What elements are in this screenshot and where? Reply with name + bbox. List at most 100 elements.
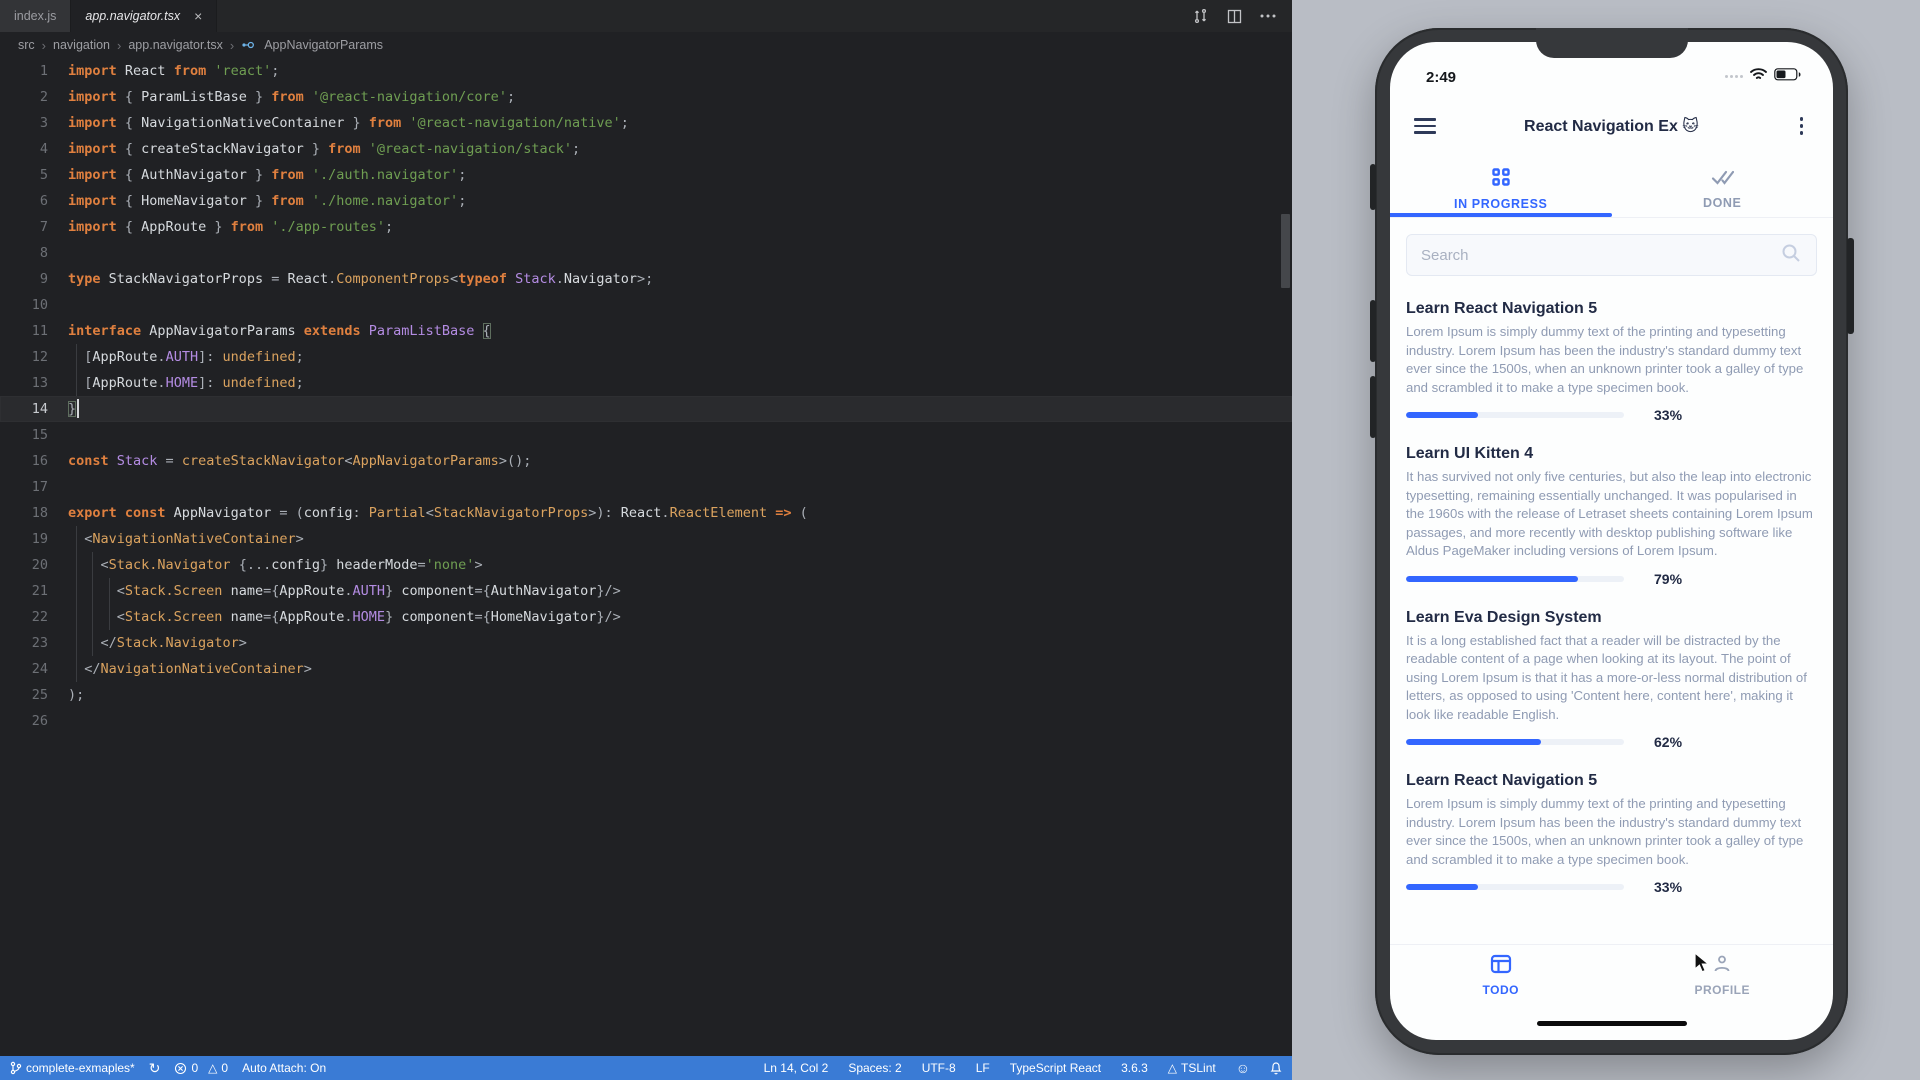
code-line[interactable]: 6import { HomeNavigator } from './home.n…: [0, 188, 1292, 214]
code-line[interactable]: 2import { ParamListBase } from '@react-n…: [0, 84, 1292, 110]
code-line[interactable]: 12 [AppRoute.AUTH]: undefined;: [0, 344, 1292, 370]
todo-title: Learn UI Kitten 4: [1406, 445, 1817, 463]
menu-icon[interactable]: [1414, 118, 1436, 134]
todo-layout-icon: [1490, 954, 1512, 979]
search-field[interactable]: [1406, 234, 1817, 276]
problems-indicator[interactable]: 0 △ 0: [174, 1061, 228, 1075]
app-top-bar: React Navigation Ex 🐱: [1390, 92, 1833, 160]
code-text: import { HomeNavigator } from './home.na…: [68, 188, 466, 214]
tab-index-js[interactable]: index.js: [0, 0, 71, 32]
close-icon[interactable]: ×: [194, 8, 202, 24]
code-text: <Stack.Screen name={AppRoute.AUTH} compo…: [68, 578, 621, 604]
line-number: 1: [0, 58, 48, 84]
tab-done[interactable]: DONE: [1612, 160, 1834, 217]
encoding-indicator[interactable]: UTF-8: [922, 1061, 956, 1075]
code-line[interactable]: 19 <NavigationNativeContainer>: [0, 526, 1292, 552]
smiley-icon: ☺: [1236, 1060, 1250, 1076]
code-line[interactable]: 16const Stack = createStackNavigator<App…: [0, 448, 1292, 474]
code-line[interactable]: 25);: [0, 682, 1292, 708]
clock: 2:49: [1426, 69, 1456, 86]
line-number: 3: [0, 110, 48, 136]
progress-label: 33%: [1654, 407, 1682, 423]
phone-notch: [1536, 28, 1688, 58]
more-actions-icon[interactable]: [1260, 14, 1276, 18]
code-line[interactable]: 1 import React from 'react';: [0, 58, 1292, 84]
ts-version[interactable]: 3.6.3: [1121, 1061, 1148, 1075]
nav-item-profile[interactable]: PROFILE: [1612, 945, 1834, 1006]
code-line[interactable]: 10: [0, 292, 1292, 318]
breadcrumb-item-src[interactable]: src: [18, 38, 35, 52]
line-number: 10: [0, 292, 48, 318]
code-line[interactable]: 17: [0, 474, 1292, 500]
code-line[interactable]: 26: [0, 708, 1292, 734]
editor-scrollbar[interactable]: [1281, 214, 1290, 288]
search-section: [1390, 218, 1833, 286]
code-line[interactable]: 20 <Stack.Navigator {...config} headerMo…: [0, 552, 1292, 578]
tab-app-navigator-tsx[interactable]: app.navigator.tsx ×: [71, 0, 217, 32]
progress-row: 33%: [1406, 407, 1817, 423]
progress-bar: [1406, 739, 1624, 745]
breadcrumb-item-file[interactable]: app.navigator.tsx: [128, 38, 223, 52]
warning-icon: △: [208, 1061, 217, 1075]
tslint-indicator[interactable]: △ TSLint: [1168, 1061, 1216, 1075]
cursor-position[interactable]: Ln 14, Col 2: [764, 1061, 829, 1075]
code-line[interactable]: 21 <Stack.Screen name={AppRoute.AUTH} co…: [0, 578, 1292, 604]
code-line[interactable]: 18export const AppNavigator = (config: P…: [0, 500, 1292, 526]
code-line[interactable]: 22 <Stack.Screen name={AppRoute.HOME} co…: [0, 604, 1292, 630]
language-mode[interactable]: TypeScript React: [1010, 1061, 1101, 1075]
open-changes-icon[interactable]: [1193, 8, 1209, 24]
code-line[interactable]: 9type StackNavigatorProps = React.Compon…: [0, 266, 1292, 292]
tab-in-progress[interactable]: IN PROGRESS: [1390, 160, 1612, 217]
code-line[interactable]: 5import { AuthNavigator } from './auth.n…: [0, 162, 1292, 188]
search-input[interactable]: [1421, 247, 1780, 264]
code-text: import { AuthNavigator } from './auth.na…: [68, 162, 466, 188]
code-line[interactable]: 7import { AppRoute } from './app-routes'…: [0, 214, 1292, 240]
todo-card[interactable]: Learn React Navigation 5Lorem Ipsum is s…: [1390, 758, 1833, 903]
nav-item-todo[interactable]: TODO: [1390, 945, 1612, 1006]
code-line[interactable]: 13 [AppRoute.HOME]: undefined;: [0, 370, 1292, 396]
desktop-background: 2:49: [1292, 0, 1920, 1080]
indentation-indicator[interactable]: Spaces: 2: [848, 1061, 901, 1075]
breadcrumb-item-symbol[interactable]: AppNavigatorParams: [264, 38, 383, 52]
split-editor-icon[interactable]: [1227, 9, 1242, 24]
bottom-navigation: TODO PROFILE: [1390, 944, 1833, 1006]
volume-up-button: [1370, 300, 1376, 362]
error-icon: [174, 1062, 187, 1075]
kebab-menu-icon[interactable]: [1794, 113, 1810, 139]
line-number: 17: [0, 474, 48, 500]
todo-card[interactable]: Learn React Navigation 5Lorem Ipsum is s…: [1390, 286, 1833, 431]
todo-card[interactable]: Learn UI Kitten 4It has survived not onl…: [1390, 431, 1833, 595]
feedback-smiley[interactable]: ☺: [1236, 1060, 1250, 1076]
breadcrumb-item-navigation[interactable]: navigation: [53, 38, 110, 52]
branch-name: complete-exmaples*: [26, 1061, 135, 1075]
tab-label: app.navigator.tsx: [85, 9, 180, 23]
code-line[interactable]: 24 </NavigationNativeContainer>: [0, 656, 1292, 682]
breadcrumb: src › navigation › app.navigator.tsx › A…: [0, 32, 1292, 58]
eol-indicator[interactable]: LF: [976, 1061, 990, 1075]
code-line[interactable]: 4import { createStackNavigator } from '@…: [0, 136, 1292, 162]
code-text: import React from 'react';: [68, 58, 279, 84]
symbol-interface-icon: [241, 39, 255, 51]
git-branch-indicator[interactable]: complete-exmaples*: [10, 1061, 135, 1075]
code-line[interactable]: 23 </Stack.Navigator>: [0, 630, 1292, 656]
code-line[interactable]: 15: [0, 422, 1292, 448]
code-text: }: [68, 396, 76, 422]
todo-description: It is a long established fact that a rea…: [1406, 632, 1817, 725]
line-number: 11: [0, 318, 48, 344]
notifications-bell[interactable]: [1270, 1061, 1282, 1075]
todo-card[interactable]: Learn Eva Design SystemIt is a long esta…: [1390, 595, 1833, 759]
editor-actions: [1193, 0, 1292, 32]
auto-attach-indicator[interactable]: Auto Attach: On: [242, 1061, 326, 1075]
sync-button[interactable]: ↻: [149, 1060, 161, 1077]
tab-label: index.js: [14, 9, 56, 23]
line-number: 4: [0, 136, 48, 162]
sync-icon: ↻: [149, 1060, 161, 1077]
line-number: 8: [0, 240, 48, 266]
code-line[interactable]: 14}: [0, 396, 1292, 422]
code-line[interactable]: 11interface AppNavigatorParams extends P…: [0, 318, 1292, 344]
code-editor[interactable]: 1 import React from 'react';2import { Par…: [0, 58, 1292, 1056]
home-indicator[interactable]: [1537, 1021, 1687, 1026]
line-number: 19: [0, 526, 48, 552]
code-line[interactable]: 3import { NavigationNativeContainer } fr…: [0, 110, 1292, 136]
code-line[interactable]: 8: [0, 240, 1292, 266]
